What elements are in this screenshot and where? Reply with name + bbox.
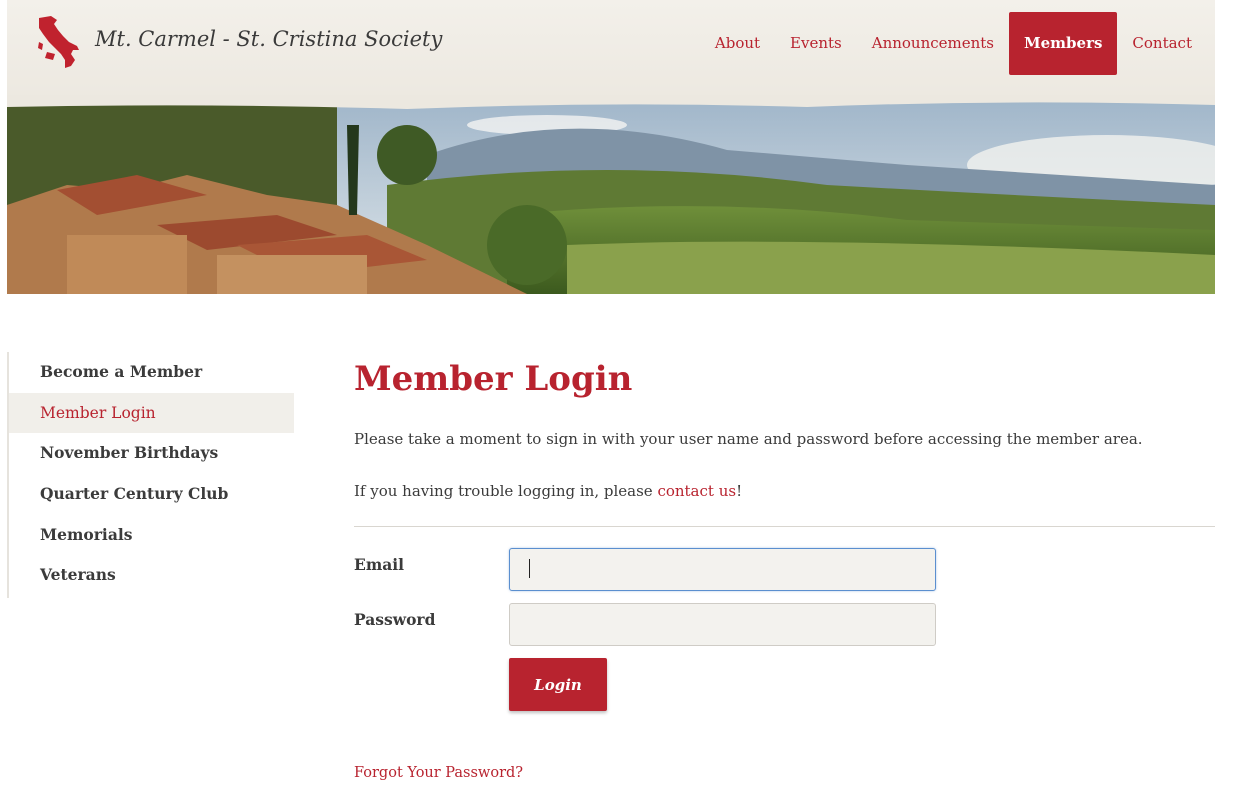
italy-map-icon[interactable]	[33, 14, 83, 70]
site-title[interactable]: Mt. Carmel - St. Cristina Society	[95, 27, 442, 51]
sidebar-item-veterans[interactable]: Veterans	[9, 555, 294, 596]
password-label: Password	[354, 610, 436, 629]
text-caret	[529, 559, 530, 578]
forgot-password-link[interactable]: Forgot Your Password?	[354, 765, 523, 781]
sidebar-item-quarter-century-club[interactable]: Quarter Century Club	[9, 474, 294, 515]
login-button[interactable]: Login	[509, 658, 607, 711]
email-label: Email	[354, 555, 405, 574]
trouble-prefix: If you having trouble logging in, please	[354, 482, 658, 500]
trouble-suffix: !	[736, 482, 743, 500]
main-nav: About Events Announcements Members Conta…	[700, 12, 1207, 75]
nav-about[interactable]: About	[700, 12, 775, 75]
sidebar-item-member-login[interactable]: Member Login	[9, 392, 294, 434]
intro-text: Please take a moment to sign in with you…	[354, 430, 1143, 448]
nav-members[interactable]: Members	[1009, 12, 1118, 75]
site-header: Mt. Carmel - St. Cristina Society About …	[7, 0, 1215, 105]
page-title: Member Login	[354, 359, 633, 399]
sidebar-item-become-member[interactable]: Become a Member	[9, 352, 294, 393]
nav-events[interactable]: Events	[775, 12, 857, 75]
member-sidebar: Become a Member Member Login November Bi…	[7, 352, 294, 598]
contact-us-link[interactable]: contact us	[657, 482, 736, 500]
nav-contact[interactable]: Contact	[1117, 12, 1207, 75]
sidebar-item-november-birthdays[interactable]: November Birthdays	[9, 433, 294, 474]
nav-announcements[interactable]: Announcements	[857, 12, 1009, 75]
divider	[354, 526, 1215, 527]
trouble-text: If you having trouble logging in, please…	[354, 482, 742, 500]
hero-banner-image	[7, 95, 1215, 294]
sidebar-item-memorials[interactable]: Memorials	[9, 515, 294, 556]
email-field[interactable]	[509, 548, 936, 591]
password-field[interactable]	[509, 603, 936, 646]
